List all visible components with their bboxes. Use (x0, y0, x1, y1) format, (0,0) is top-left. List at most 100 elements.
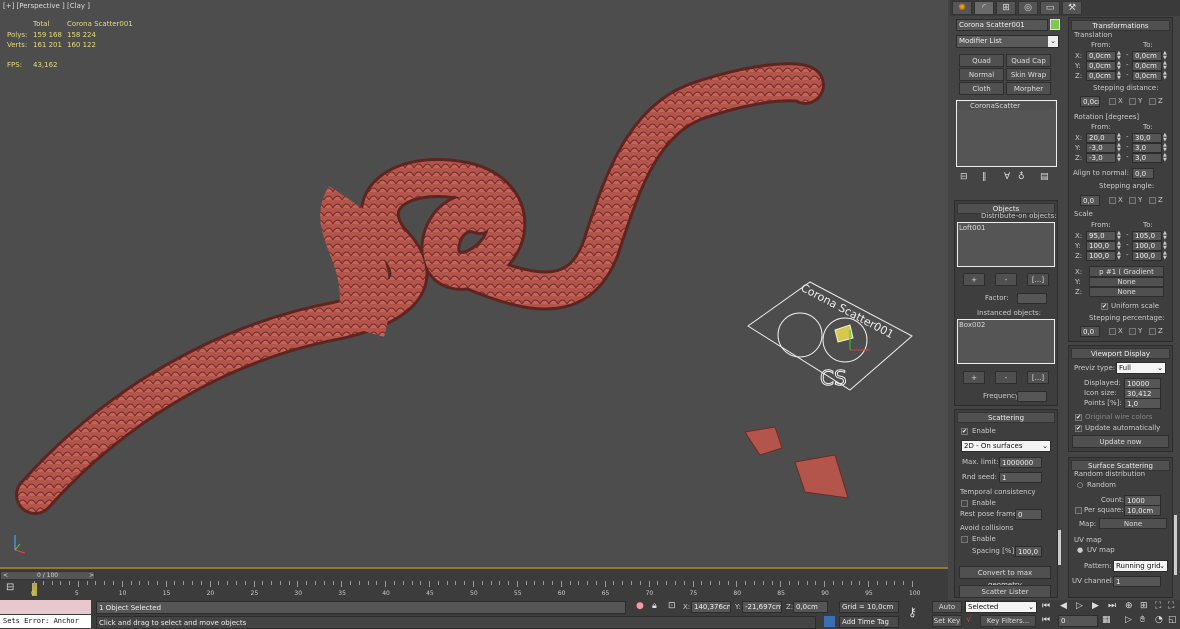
r-to-field[interactable]: 30,0 (1132, 133, 1162, 143)
stepping-pct-field[interactable]: 0,0 (1080, 326, 1100, 337)
spinner-icon[interactable]: ▲ ▼ (1163, 251, 1168, 262)
spinner-icon[interactable]: ▲ ▼ (1117, 251, 1122, 262)
goto-end-icon[interactable]: ⏭ (1108, 601, 1116, 611)
add-time-tag-button[interactable]: Add Time Tag (839, 616, 899, 628)
s-from-field[interactable]: 100,0 (1086, 251, 1116, 261)
morpher-button[interactable]: Morpher (1006, 82, 1051, 95)
uv-channel-field[interactable]: 1 (1113, 576, 1161, 587)
rest-pose-field[interactable]: 0 (1015, 509, 1042, 520)
distribute-add-button[interactable]: + (963, 273, 985, 286)
instanced-list[interactable]: Box002 (957, 319, 1055, 364)
maxscript-listener[interactable] (0, 600, 91, 614)
random-radio[interactable]: ○ (1077, 481, 1083, 489)
scale-map-x-button[interactable]: p #1 ( Gradient Ramp ) (1089, 266, 1164, 286)
scatter-lister-button[interactable]: Scatter Lister (959, 585, 1051, 598)
auto-key-button[interactable]: Auto Key (932, 601, 962, 622)
pattern-dropdown[interactable]: Running grid ⌄ (1113, 560, 1168, 572)
show-end-result-icon[interactable]: ‖ (982, 172, 987, 182)
stepping-x-checkbox[interactable] (1109, 98, 1116, 105)
stepping-x-checkbox[interactable] (1109, 328, 1116, 335)
list-item[interactable]: Box002 (959, 321, 1053, 329)
skin-wrap-button[interactable]: Skin Wrap (1006, 68, 1051, 81)
right-scrollbar[interactable] (1174, 515, 1177, 575)
remove-modifier-icon[interactable]: ♁ (1018, 172, 1025, 182)
set-key-button[interactable]: Set Key (932, 615, 962, 627)
time-next-icon[interactable]: > (89, 572, 94, 579)
pan-icon[interactable]: ✋︎ (1140, 615, 1145, 625)
list-item[interactable]: Loft001 (959, 224, 1053, 232)
map-button[interactable]: None (1099, 518, 1167, 529)
current-frame-field[interactable]: 0 (1058, 615, 1098, 627)
viewport-label[interactable]: [+] [Perspective ] [Clay ] (3, 2, 90, 10)
quad-chamfer-button[interactable]: Quad Chamfer (959, 54, 1004, 77)
object-color-swatch[interactable] (1050, 19, 1060, 30)
modify-tab-icon[interactable]: ◜ (974, 1, 994, 15)
prev-frame-icon[interactable]: ◀ (1060, 601, 1067, 611)
scatter-enable-checkbox[interactable]: ✔ (961, 428, 968, 435)
instanced-remove-button[interactable]: - (995, 371, 1017, 384)
quad-cap-pro-button[interactable]: Quad Cap Pro (1006, 54, 1051, 77)
distribute-remove-button[interactable]: - (995, 273, 1017, 286)
stepping-x-checkbox[interactable] (1109, 197, 1116, 204)
object-name-field[interactable]: Corona Scatter001 (956, 19, 1048, 31)
stepping-z-checkbox[interactable] (1149, 328, 1156, 335)
stack-item-coronascatter[interactable]: CoronaScatter (958, 102, 1055, 110)
scale-map-y-button[interactable]: None (1089, 277, 1164, 287)
r-to-field[interactable]: 3,0 (1132, 143, 1162, 153)
perspective-viewport[interactable]: Corona Scatter001 CS [+] [Perspective ] … (0, 0, 948, 569)
t-to-field[interactable]: 0,0cm (1132, 51, 1162, 61)
rnd-seed-field[interactable]: 1 (999, 472, 1042, 483)
t-from-field[interactable]: 0,0cm (1086, 61, 1116, 71)
x-coord-field[interactable]: 140,376cm (691, 601, 731, 613)
z-coord-field[interactable]: 0,0cm (793, 601, 828, 613)
time-prev-icon[interactable]: < (3, 572, 8, 579)
modifier-stack[interactable]: CoronaScatter (956, 100, 1057, 167)
motion-tab-icon[interactable]: ◎ (1018, 1, 1038, 15)
track-bar[interactable]: 0 5 10 15 20 25 30 35 40 45 50 55 60 65 70 75 80 85 90 95 10… (0, 581, 948, 600)
hierarchy-tab-icon[interactable]: ⊞ (996, 1, 1016, 15)
create-tab-icon[interactable]: ✺ (952, 1, 972, 15)
r-from-field[interactable]: -3,0 (1086, 143, 1116, 153)
pin-stack-icon[interactable]: ⊟ (960, 172, 968, 182)
spinner-icon[interactable]: ▲ ▼ (1163, 153, 1168, 164)
key-filters-button[interactable]: Key Filters... (980, 615, 1036, 627)
script-error-line[interactable]: Sets Error: Anchor (0, 615, 91, 628)
cloth-button[interactable]: Cloth (959, 82, 1004, 95)
modifier-list-dropdown[interactable]: Modifier List ⌄ (956, 35, 1059, 48)
r-from-field[interactable]: -3,0 (1086, 153, 1116, 163)
spacing-field[interactable]: 100,0 (1015, 546, 1042, 557)
update-auto-checkbox[interactable]: ✔ (1075, 425, 1082, 432)
update-now-button[interactable]: Update now (1072, 435, 1169, 448)
spinner-icon[interactable]: ▲ ▼ (1117, 71, 1122, 82)
t-from-field[interactable]: 0,0cm (1086, 51, 1116, 61)
max-limit-field[interactable]: 1000000 (999, 457, 1042, 468)
display-tab-icon[interactable]: ▭ (1040, 1, 1060, 15)
r-to-field[interactable]: 3,0 (1132, 153, 1162, 163)
maximize-viewport-icon[interactable]: ◱ (1168, 615, 1177, 625)
s-to-field[interactable]: 100,0 (1132, 251, 1162, 261)
stepping-z-checkbox[interactable] (1149, 98, 1156, 105)
distribute-list-button[interactable]: [...] (1027, 273, 1049, 286)
stepping-y-checkbox[interactable] (1129, 98, 1136, 105)
scattering-rollout-header[interactable]: Scattering (957, 412, 1055, 423)
left-scrollbar[interactable] (1058, 530, 1061, 565)
original-wire-checkbox[interactable]: ✔ (1075, 414, 1082, 421)
s-to-field[interactable]: 100,0 (1132, 241, 1162, 251)
uniform-scale-checkbox[interactable]: ✔ (1101, 303, 1108, 310)
per-square-field[interactable]: 10,0cm (1124, 505, 1161, 516)
play-icon[interactable]: ▷ (1076, 601, 1083, 611)
previz-dropdown[interactable]: Full ⌄ (1116, 362, 1166, 374)
zoom-extents-all-icon[interactable]: ⛶ (1168, 601, 1174, 611)
stepping-y-checkbox[interactable] (1129, 197, 1136, 204)
transformations-rollout-header[interactable]: Transformations (1071, 20, 1170, 31)
utilities-tab-icon[interactable]: ⚒ (1062, 1, 1082, 15)
make-unique-icon[interactable]: ∀ (1004, 172, 1010, 182)
frequency-field[interactable] (1017, 391, 1047, 402)
tangent-icon[interactable]: √ (966, 615, 972, 625)
t-to-field[interactable]: 0,0cm (1132, 71, 1162, 81)
y-coord-field[interactable]: -21,697cm (742, 601, 782, 613)
stepping-y-checkbox[interactable] (1129, 328, 1136, 335)
factor-field[interactable] (1017, 293, 1047, 304)
convert-to-max-geometry-button[interactable]: Convert to max geometry (959, 566, 1051, 589)
time-slider[interactable]: < 0 / 100 > (0, 571, 95, 580)
